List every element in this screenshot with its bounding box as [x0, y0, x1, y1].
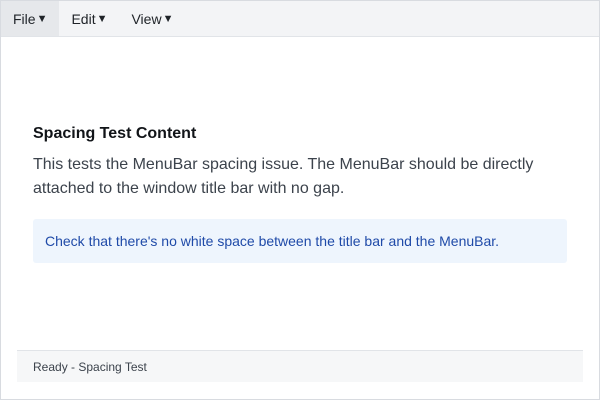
chevron-down-icon: ▼ — [96, 12, 108, 25]
menu-edit[interactable]: Edit ▼ — [59, 1, 119, 36]
content-description: This tests the MenuBar spacing issue. Th… — [33, 156, 534, 197]
menubar: File ▼ Edit ▼ View ▼ — [1, 1, 599, 37]
content-heading: Spacing Test Content — [33, 125, 197, 142]
status-text: Ready - Spacing Test — [33, 359, 147, 374]
main-content: Spacing Test Content This tests the Menu… — [33, 125, 567, 263]
app-window: File ▼ Edit ▼ View ▼ Spacing Test Content T… — [0, 0, 600, 400]
status-bar: Ready - Spacing Test — [17, 350, 583, 382]
menu-file[interactable]: File ▼ — [1, 1, 60, 36]
info-box: Check that there's no white space betwee… — [33, 219, 567, 263]
menu-view[interactable]: View ▼ — [119, 1, 185, 36]
chevron-down-icon: ▼ — [162, 12, 174, 25]
menu-file-label: File — [13, 10, 36, 27]
menu-view-label: View — [131, 10, 162, 27]
chevron-down-icon: ▼ — [36, 12, 48, 25]
menu-edit-label: Edit — [71, 10, 96, 27]
